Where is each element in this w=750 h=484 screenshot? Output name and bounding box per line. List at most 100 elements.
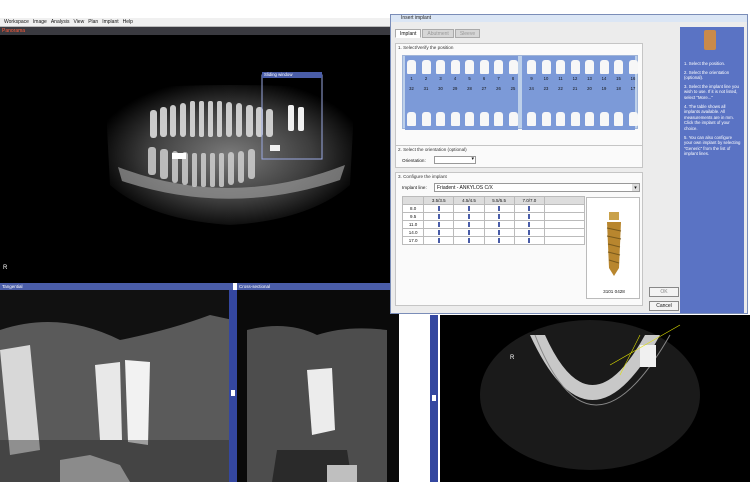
upper-tooth[interactable] (407, 60, 416, 74)
cross-sectional-slider[interactable] (430, 315, 438, 482)
lower-tooth[interactable] (436, 112, 445, 126)
implant-marker-icon (467, 229, 470, 235)
lower-tooth[interactable] (479, 112, 489, 126)
upper-tooth[interactable] (479, 60, 489, 74)
lower-tooth[interactable] (508, 112, 518, 126)
lower-tooth[interactable] (494, 112, 503, 126)
cancel-button[interactable]: Cancel (649, 301, 679, 311)
tooth-chart[interactable]: 1 2 3 4 5 6 7 8 9 10 11 12 13 14 15 16 32 31 30 29 28 27 26 25 2… (402, 55, 638, 130)
step2-label: 2. Select the orientation (optional) (398, 147, 467, 152)
configure-implant-group: 3. Configure the implant Implant line: F… (395, 172, 643, 306)
implant-marker-icon (498, 213, 501, 219)
implant-cell[interactable] (513, 204, 546, 213)
upper-tooth-number: 1 (410, 76, 413, 81)
implant-cell[interactable] (483, 236, 515, 245)
lower-tooth[interactable] (614, 112, 623, 126)
length-header[interactable]: 17.0 (401, 236, 425, 245)
upper-tooth[interactable] (570, 60, 580, 74)
implant-cell[interactable] (453, 204, 485, 213)
diameter-header[interactable]: 7.0/7.0 (513, 196, 546, 205)
menu-analysis[interactable]: Analysis (51, 19, 70, 25)
panoramic-view[interactable]: Sliding window R (0, 35, 390, 283)
diameter-header[interactable]: 3.5/3.5 (423, 196, 455, 205)
upper-tooth[interactable] (450, 60, 460, 74)
lower-tooth[interactable] (541, 112, 551, 126)
position-group: 1. Select/Verify the position 1234567891… (395, 43, 643, 147)
length-header[interactable]: 9.5 (401, 212, 425, 221)
table-filler (544, 212, 585, 221)
upper-tooth[interactable] (585, 60, 594, 74)
lower-tooth[interactable] (465, 112, 474, 126)
length-header[interactable]: 11.0 (401, 220, 425, 229)
lower-tooth[interactable] (527, 112, 536, 126)
upper-tooth[interactable] (541, 60, 551, 74)
lower-tooth[interactable] (556, 112, 565, 126)
tab-abutment[interactable]: Abutment (422, 29, 454, 38)
diameter-header[interactable]: 5.5/5.5 (483, 196, 515, 205)
upper-tooth[interactable] (614, 60, 623, 74)
implant-cell[interactable] (453, 228, 485, 237)
implant-cell[interactable] (483, 228, 515, 237)
upper-tooth[interactable] (628, 60, 638, 74)
tangential-slider-thumb[interactable] (231, 390, 235, 396)
menu-view[interactable]: View (73, 19, 84, 25)
upper-tooth[interactable] (436, 60, 445, 74)
panoramic-xray-image (105, 72, 355, 225)
implant-line-select[interactable]: Friadent - ANKYLOS C/X ▾ (434, 183, 640, 192)
implant-cell[interactable] (513, 212, 546, 221)
lower-tooth[interactable] (570, 112, 580, 126)
length-header[interactable]: 8.0 (401, 204, 425, 213)
lower-tooth[interactable] (585, 112, 594, 126)
lower-tooth-number: 23 (543, 86, 549, 91)
implant-marker-icon (437, 213, 440, 219)
implant-cell[interactable] (423, 204, 455, 213)
upper-tooth[interactable] (494, 60, 503, 74)
implant-cell[interactable] (513, 228, 546, 237)
axial-pane[interactable]: R (440, 315, 750, 482)
lower-tooth[interactable] (421, 112, 431, 126)
implant-cell[interactable] (483, 212, 515, 221)
implant-cell[interactable] (453, 220, 485, 229)
ok-button[interactable]: OK (649, 287, 679, 297)
upper-tooth-number: 5 (468, 76, 471, 81)
implant-cell[interactable] (513, 236, 546, 245)
upper-tooth[interactable] (556, 60, 565, 74)
implant-cell[interactable] (423, 236, 455, 245)
upper-tooth[interactable] (465, 60, 474, 74)
tab-implant[interactable]: Implant (395, 29, 422, 38)
menu-help[interactable]: Help (123, 19, 133, 25)
upper-tooth[interactable] (599, 60, 609, 74)
length-header[interactable]: 14.0 (401, 228, 425, 237)
upper-tooth[interactable] (421, 60, 431, 74)
menu-implant[interactable]: Implant (102, 19, 118, 25)
menu-workspace[interactable]: Workspace (4, 19, 29, 25)
cross-sectional-slider-thumb[interactable] (432, 395, 436, 401)
implant-cell[interactable] (453, 212, 485, 221)
implant-cell[interactable] (423, 212, 455, 221)
implant-cell[interactable] (453, 236, 485, 245)
panorama-label: Panorama (2, 28, 26, 34)
upper-tooth[interactable] (508, 60, 518, 74)
implant-cell[interactable] (483, 220, 515, 229)
lower-tooth[interactable] (599, 112, 609, 126)
menu-image[interactable]: Image (33, 19, 47, 25)
upper-tooth[interactable] (527, 60, 536, 74)
implant-marker-icon (528, 229, 531, 235)
implant-cell[interactable] (423, 220, 455, 229)
implant-cell[interactable] (423, 228, 455, 237)
implant-cell[interactable] (513, 220, 546, 229)
diameter-header[interactable]: 4.5/4.5 (453, 196, 485, 205)
orientation-select[interactable]: ▾ (434, 156, 476, 164)
tab-sleeve[interactable]: Sleeve (454, 29, 481, 38)
tangential-pane[interactable]: Tangential (0, 283, 233, 482)
lower-tooth[interactable] (628, 112, 638, 126)
cross-sectional-pane[interactable]: Cross-sectional (237, 283, 399, 482)
lower-tooth-number: 26 (496, 86, 501, 91)
menu-plan[interactable]: Plan (88, 19, 98, 25)
lower-tooth[interactable] (407, 112, 416, 126)
implant-cell[interactable] (483, 204, 515, 213)
orientation-label: Orientation: (402, 158, 426, 163)
lower-tooth[interactable] (450, 112, 460, 126)
table-row: 14.0 (401, 228, 585, 237)
tangential-slider[interactable] (229, 290, 237, 482)
